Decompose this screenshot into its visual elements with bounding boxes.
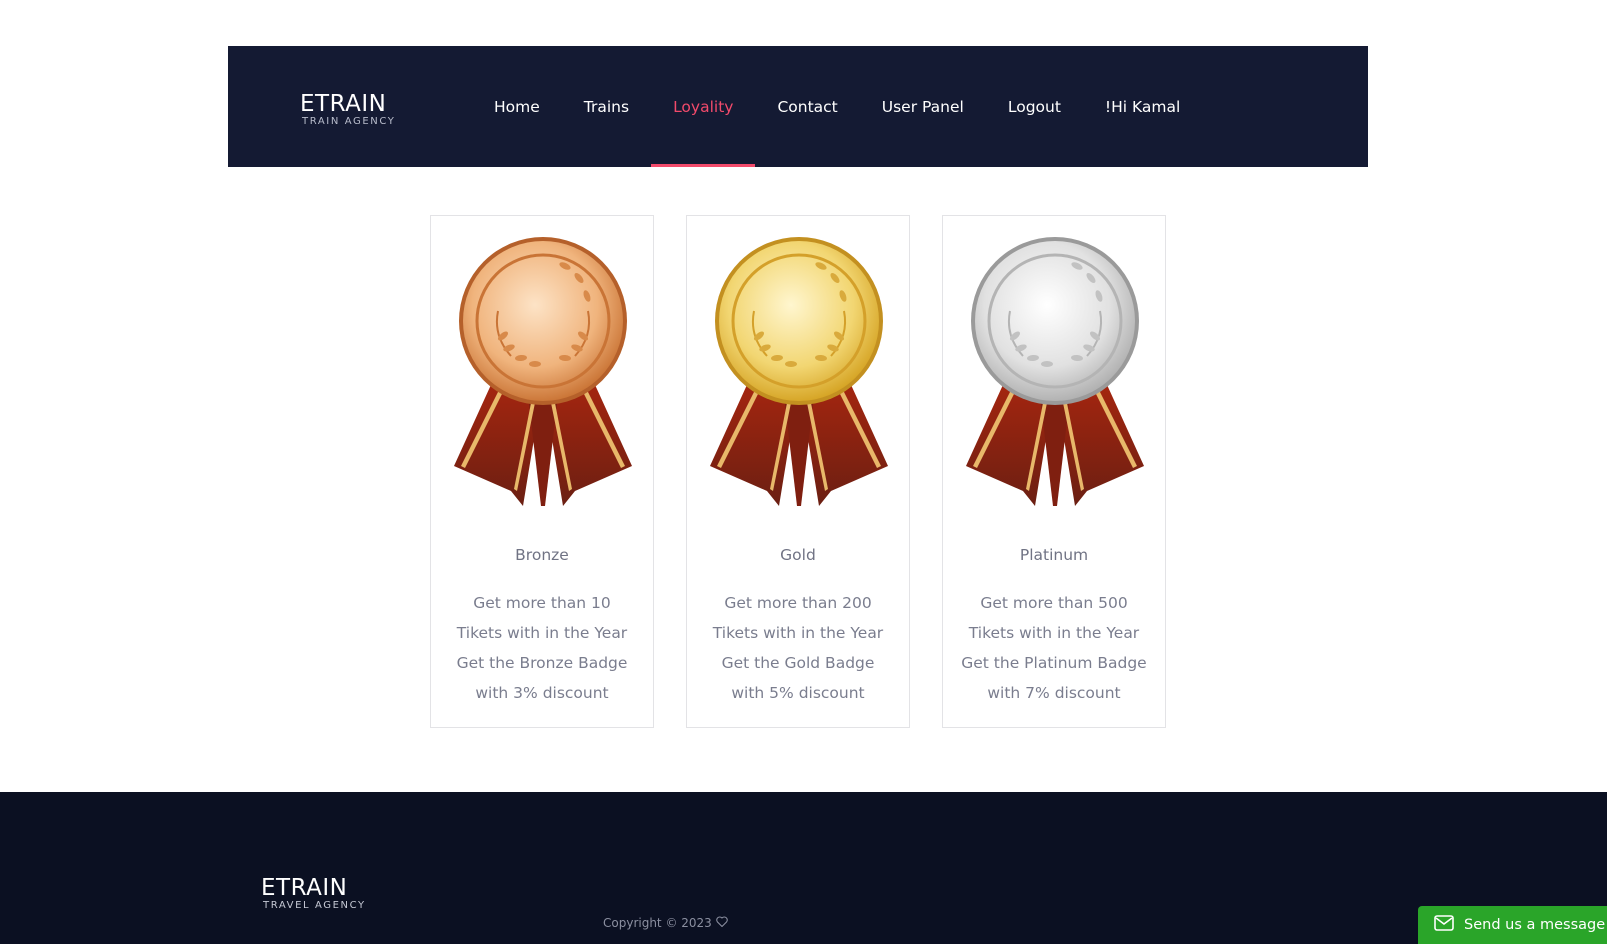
nav-user-panel[interactable]: User Panel	[860, 46, 986, 167]
send-message-button[interactable]: Send us a message	[1418, 906, 1607, 944]
footer-logo[interactable]: ETRAIN TRAVEL AGENCY	[261, 876, 366, 912]
nav-logout[interactable]: Logout	[986, 46, 1083, 167]
tier-card-gold: Gold Get more than 200 Tikets with in th…	[686, 215, 910, 728]
site-header: ETRAIN TRAIN AGENCY Home Trains Loyality…	[228, 46, 1368, 167]
tier-title: Bronze	[515, 546, 569, 564]
platinum-medal-icon	[965, 236, 1145, 506]
logo-title: ETRAIN	[300, 91, 387, 117]
tier-description: Get more than 500 Tikets with in the Yea…	[961, 594, 1147, 702]
footer-logo-title: ETRAIN	[261, 875, 348, 901]
copyright-text: Copyright © 2023	[603, 916, 712, 930]
nav-loyality[interactable]: Loyality	[651, 46, 756, 167]
gold-medal-icon	[709, 236, 889, 506]
logo-subtitle: TRAIN AGENCY	[302, 116, 396, 127]
tier-title: Gold	[780, 546, 816, 564]
copyright: Copyright © 2023	[603, 916, 728, 930]
main-nav: Home Trains Loyality Contact User Panel …	[472, 46, 1202, 167]
loyalty-tiers: Bronze Get more than 10 Tikets with in t…	[430, 215, 1166, 728]
bronze-medal-icon	[453, 236, 633, 506]
nav-user-greeting[interactable]: !Hi Kamal	[1083, 46, 1202, 167]
mail-icon	[1434, 915, 1454, 935]
footer-logo-subtitle: TRAVEL AGENCY	[263, 900, 366, 911]
tier-title: Platinum	[1019, 546, 1089, 564]
nav-trains[interactable]: Trains	[562, 46, 651, 167]
tier-card-platinum: Platinum Get more than 500 Tikets with i…	[942, 215, 1166, 728]
site-footer: ETRAIN TRAVEL AGENCY Copyright © 2023	[0, 792, 1607, 944]
heart-icon	[716, 916, 728, 930]
nav-home[interactable]: Home	[472, 46, 562, 167]
tier-description: Get more than 10 Tikets with in the Year…	[456, 594, 628, 702]
nav-contact[interactable]: Contact	[755, 46, 859, 167]
tier-description: Get more than 200 Tikets with in the Yea…	[712, 594, 884, 702]
tier-card-bronze: Bronze Get more than 10 Tikets with in t…	[430, 215, 654, 728]
send-message-label: Send us a message	[1464, 917, 1606, 933]
header-logo[interactable]: ETRAIN TRAIN AGENCY	[300, 92, 395, 128]
